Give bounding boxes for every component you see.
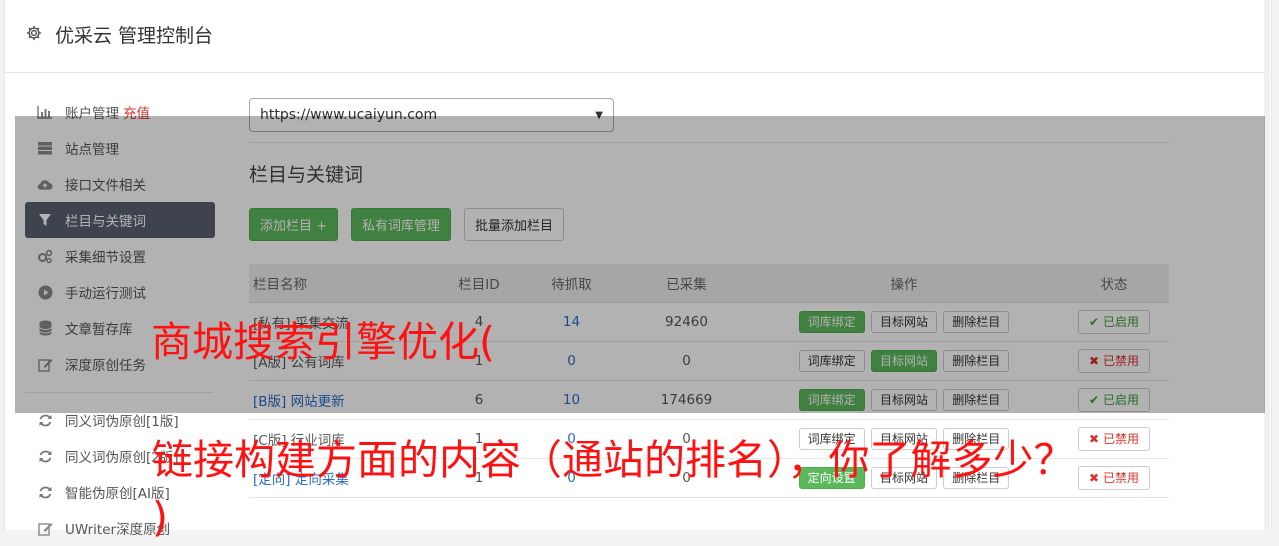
top-bar: 优采云 管理控制台: [5, 0, 1271, 73]
gear-icon: [26, 25, 42, 41]
caption-line-3: ): [152, 493, 168, 541]
status-label: 已禁用: [1102, 431, 1139, 446]
status-cell: ✖ 已禁用: [1059, 458, 1169, 498]
close-icon: ✖: [1089, 470, 1100, 485]
edit-icon: [37, 520, 53, 536]
status-cell: ✖ 已禁用: [1059, 419, 1169, 459]
caption-line-1: 商城搜索引擎优化(: [151, 318, 495, 366]
refresh-icon: [37, 448, 53, 464]
caption-line-2: 链接构建方面的内容（通站的排名），你了解多少？: [152, 436, 1075, 484]
status-toggle[interactable]: ✖ 已禁用: [1078, 465, 1150, 490]
sidebar-item-label: 同义词伪原创[1版]: [65, 414, 179, 430]
status-label: 已禁用: [1102, 470, 1139, 485]
refresh-icon: [37, 484, 53, 500]
refresh-icon: [37, 412, 53, 428]
dim-overlay: [15, 116, 1265, 413]
close-icon: ✖: [1089, 431, 1100, 446]
sidebar-item-uwriter[interactable]: UWriter深度原创: [25, 510, 215, 546]
status-toggle[interactable]: ✖ 已禁用: [1078, 426, 1150, 451]
page-title: 优采云 管理控制台: [55, 25, 214, 47]
